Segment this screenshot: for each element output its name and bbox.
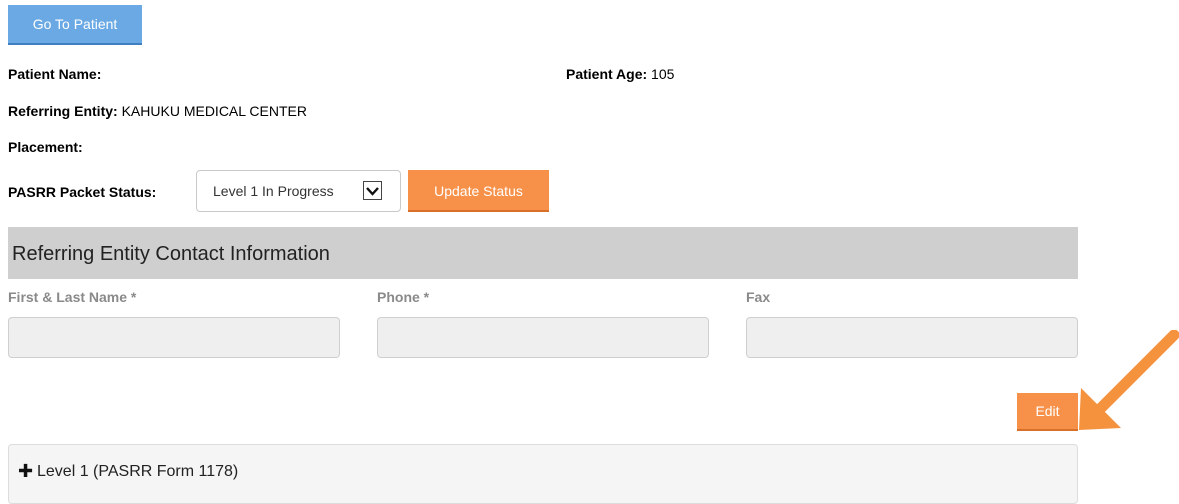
level1-accordion-label: Level 1 (PASRR Form 1178) — [37, 463, 239, 480]
patient-name-row: Patient Name: — [8, 65, 101, 83]
go-to-patient-button[interactable]: Go To Patient — [8, 5, 142, 45]
placement-row: Placement: — [8, 138, 83, 156]
patient-name-label: Patient Name: — [8, 66, 102, 82]
pasrr-status-selected: Level 1 In Progress — [213, 183, 334, 199]
edit-button[interactable]: Edit — [1017, 393, 1078, 431]
placement-label: Placement: — [8, 139, 83, 155]
fax-label: Fax — [746, 289, 771, 305]
referring-entity-value: KAHUKU MEDICAL CENTER — [121, 103, 307, 119]
referring-entity-row: Referring Entity: KAHUKU MEDICAL CENTER — [8, 102, 307, 120]
first-last-name-label: First & Last Name * — [8, 289, 137, 305]
chevron-down-icon[interactable] — [363, 181, 382, 200]
phone-label: Phone * — [377, 289, 430, 305]
patient-age-value: 105 — [651, 66, 675, 82]
plus-icon: ✚ — [18, 461, 34, 481]
fax-field[interactable] — [746, 317, 1078, 358]
patient-age-label: Patient Age: — [566, 66, 648, 82]
pasrr-status-row: PASRR Packet Status: — [8, 183, 156, 201]
contact-section-header: Referring Entity Contact Information — [8, 227, 1078, 279]
contact-section-title: Referring Entity Contact Information — [12, 243, 330, 265]
pasrr-status-select[interactable]: Level 1 In Progress — [196, 170, 401, 212]
phone-field[interactable] — [377, 317, 709, 358]
first-last-name-field[interactable] — [8, 317, 340, 358]
level1-accordion[interactable]: ✚ Level 1 (PASRR Form 1178) — [8, 444, 1078, 504]
update-status-button[interactable]: Update Status — [408, 170, 549, 212]
arrow-annotation-icon — [1079, 330, 1179, 430]
pasrr-status-label: PASRR Packet Status: — [8, 184, 157, 200]
patient-age-row: Patient Age: 105 — [566, 65, 674, 83]
referring-entity-label: Referring Entity: — [8, 103, 118, 119]
